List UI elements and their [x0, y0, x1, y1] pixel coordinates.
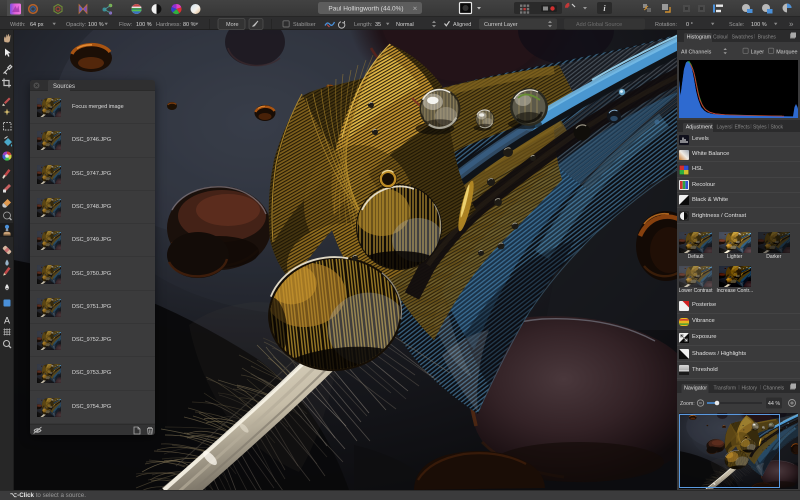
svg-text:Channels: Channels: [763, 386, 785, 392]
svg-text:100 %: 100 %: [88, 22, 104, 28]
svg-text:More: More: [226, 22, 239, 28]
svg-text:35: 35: [375, 22, 381, 28]
svg-text:Opacity:: Opacity:: [66, 22, 87, 28]
svg-text:Sources: Sources: [53, 84, 75, 90]
svg-text:Length:: Length:: [354, 22, 373, 28]
svg-text:Colour: Colour: [713, 35, 728, 41]
svg-text:Brushes: Brushes: [758, 35, 777, 41]
svg-text:Adjustment: Adjustment: [686, 125, 713, 131]
svg-text:44 %: 44 %: [768, 401, 780, 407]
svg-text:80 %: 80 %: [183, 22, 196, 28]
svg-text:Effects: Effects: [735, 125, 751, 131]
svg-text:Stabiliser: Stabiliser: [293, 22, 316, 28]
svg-text:✕: ✕: [412, 7, 417, 13]
svg-text:Zoom:: Zoom:: [680, 401, 695, 407]
svg-text:Flow:: Flow:: [119, 22, 133, 28]
svg-text:Width:: Width:: [10, 22, 26, 28]
svg-text:100 %: 100 %: [751, 22, 767, 28]
svg-text:Histogram: Histogram: [687, 35, 712, 41]
svg-text:Marquee: Marquee: [776, 50, 797, 56]
svg-text:0 °: 0 °: [686, 22, 693, 28]
svg-text:History: History: [742, 386, 758, 392]
svg-text:All Channels: All Channels: [681, 50, 712, 56]
svg-text:Layers: Layers: [717, 125, 733, 131]
svg-text:Hardness:: Hardness:: [156, 22, 182, 28]
svg-text:64 px: 64 px: [30, 22, 44, 28]
svg-text:Transform: Transform: [714, 386, 737, 392]
svg-text:Current Layer: Current Layer: [484, 22, 518, 28]
svg-text:Layer: Layer: [751, 50, 765, 56]
svg-text:Stock: Stock: [771, 125, 784, 131]
svg-text:Navigator: Navigator: [684, 386, 707, 392]
svg-text:Aligned: Aligned: [453, 22, 471, 28]
svg-text:Swatches: Swatches: [732, 35, 754, 41]
svg-text:Rotation:: Rotation:: [655, 22, 677, 28]
svg-text:Add Global Source: Add Global Source: [576, 22, 622, 28]
svg-text:Normal: Normal: [396, 22, 414, 28]
svg-text:A: A: [4, 316, 10, 326]
svg-text:Styles: Styles: [753, 125, 767, 131]
svg-text:Scale:: Scale:: [729, 22, 745, 28]
svg-text:Paul Hollingworth (44.0%): Paul Hollingworth (44.0%): [328, 6, 403, 13]
svg-text:»: »: [789, 20, 794, 29]
